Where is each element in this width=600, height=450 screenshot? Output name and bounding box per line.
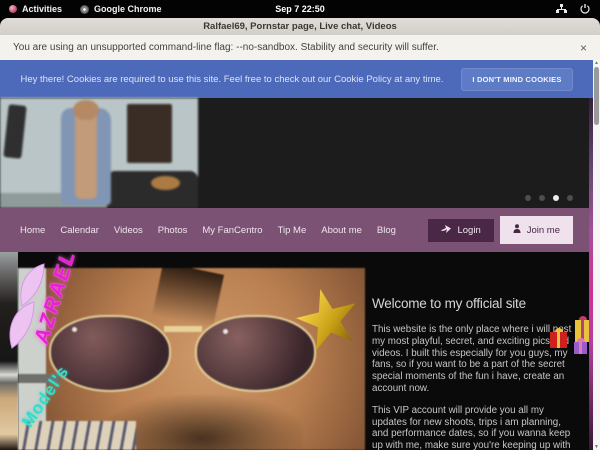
window-titlebar: Ralfael69, Pornstar page, Live chat, Vid… [0,18,600,35]
nav-item-fancentro[interactable]: My FanCentro [202,225,262,236]
gnome-top-bar: Activities Google Chrome Sep 7 22:50 [0,0,600,18]
nav-item-videos[interactable]: Videos [114,225,143,236]
main-nav: Home Calendar Videos Photos My FanCentro… [0,208,593,252]
carousel-dot-2[interactable] [539,195,545,201]
network-icon[interactable] [556,4,567,14]
scroll-up-icon[interactable]: ▲ [594,60,599,66]
close-icon[interactable]: × [580,42,587,54]
welcome-heading: Welcome to my official site [372,296,579,311]
app-menu-label: Google Chrome [94,4,162,14]
window-title: Ralfael69, Pornstar page, Live chat, Vid… [203,21,397,32]
cookie-message: Hey there! Cookies are required to use t… [20,74,443,85]
carousel-dot-3-active[interactable] [553,195,559,201]
power-icon[interactable] [580,4,590,14]
hero-window-shape [127,104,173,163]
chrome-icon [80,5,89,14]
scrollbar-thumb[interactable] [594,67,599,125]
nav-actions: Login Join me [428,216,573,244]
join-person-icon [513,224,521,236]
join-label: Join me [527,225,560,236]
hero-figure-shape [73,100,99,120]
welcome-paragraph-2: This VIP account will provide you all my… [372,405,579,450]
activities-button[interactable]: Activities [0,0,71,18]
nav-item-blog[interactable]: Blog [377,225,396,236]
profile-photo [18,268,365,450]
gift-red-icon [550,332,567,348]
login-arrow-icon [441,225,451,236]
nav-item-home[interactable]: Home [20,225,45,236]
lens-glare [72,327,77,332]
nav-item-aboutme[interactable]: About me [321,225,362,236]
cookie-banner: Hey there! Cookies are required to use t… [0,60,593,98]
gift-purple-icon [574,342,587,354]
carousel-dots [525,195,573,201]
photo-hair-shape [152,268,224,328]
carousel-dot-4[interactable] [567,195,573,201]
chrome-infobar: You are using an unsupported command-lin… [0,35,600,60]
page-content: Hey there! Cookies are required to use t… [0,60,593,450]
nav-item-tipme[interactable]: Tip Me [278,225,307,236]
scroll-down-icon[interactable]: ▼ [594,444,599,450]
login-button[interactable]: Login [428,219,493,242]
activities-dot-icon [9,5,17,13]
hero-photo [0,98,198,208]
lens-glare [223,329,228,334]
infobar-message: You are using an unsupported command-lin… [13,42,439,53]
activities-label: Activities [22,4,62,14]
browser-viewport: Hey there! Cookies are required to use t… [0,60,600,450]
background-image-edge [0,252,18,450]
main-section: AZRAEL Model's Welcome to my official si… [0,252,593,450]
welcome-block: Welcome to my official site This website… [372,296,579,450]
hero-carousel [0,98,593,208]
app-menu-button[interactable]: Google Chrome [71,0,171,18]
welcome-paragraph-1: This website is the only place where i w… [372,324,579,395]
gift-boxes-icon [550,320,590,366]
hero-figure-shape [75,111,97,199]
sunglasses-bridge [164,326,202,331]
nav-item-photos[interactable]: Photos [158,225,188,236]
page-scrollbar[interactable]: ▲ ▼ [593,60,600,450]
sunglasses-lens-right [195,315,316,391]
hero-couch-shape [107,171,198,208]
join-me-button[interactable]: Join me [500,216,573,244]
hero-lamp-shape [3,104,26,158]
nav-item-calendar[interactable]: Calendar [60,225,99,236]
cookie-accept-button[interactable]: I DON'T MIND COOKIES [461,68,572,91]
carousel-dot-1[interactable] [525,195,531,201]
login-label: Login [457,225,480,236]
